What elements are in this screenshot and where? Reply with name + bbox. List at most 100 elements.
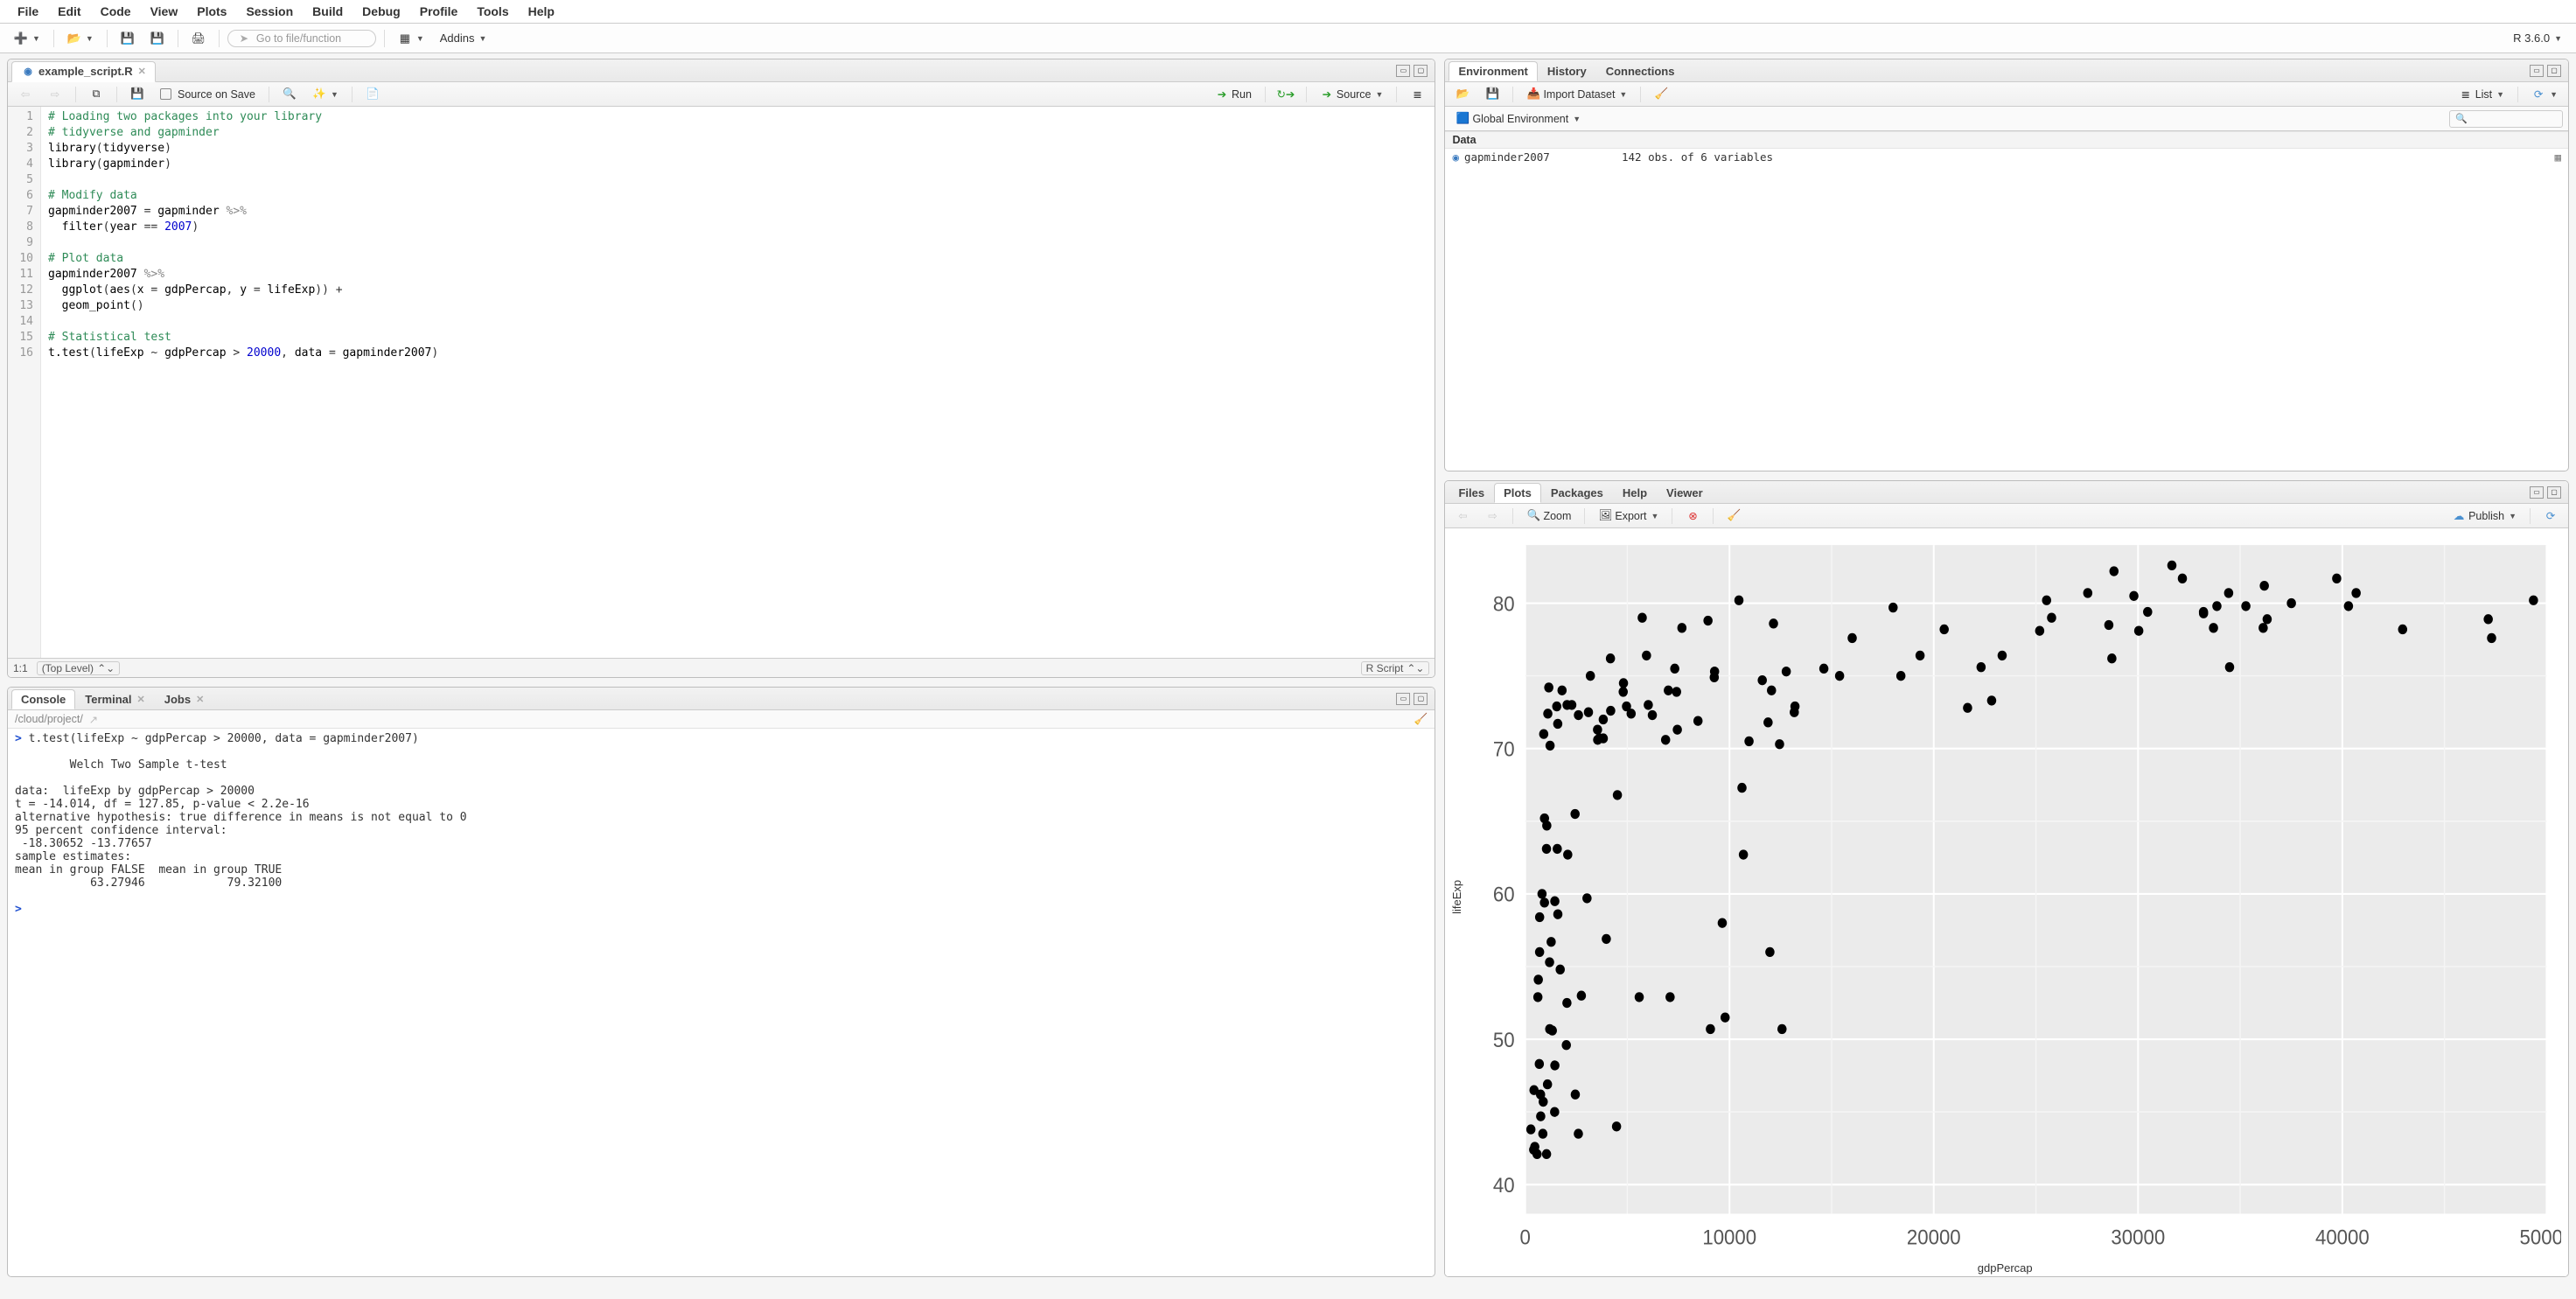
tab-viewer[interactable]: Viewer xyxy=(1657,483,1713,503)
minimize-button[interactable]: ▭ xyxy=(1396,65,1410,77)
addins-button[interactable]: Addins▼ xyxy=(435,29,492,47)
save-all-button[interactable]: 💾 xyxy=(145,29,170,48)
open-folder-icon: 📂 xyxy=(67,31,81,45)
console-output[interactable]: > t.test(lifeExp ~ gdpPercap > 20000, da… xyxy=(8,729,1435,1276)
scope-selector[interactable]: (Top Level) ⌃⌄ xyxy=(37,661,120,675)
new-file-button[interactable]: ➕▼ xyxy=(9,29,45,48)
export-icon: 🖼 xyxy=(1598,509,1612,523)
view-mode-button[interactable]: ≣List▼ xyxy=(2454,85,2510,104)
workspace: ◉ example_script.R ✕ ▭ ▢ ⇦ ⇨ ⧉ 💾 Source … xyxy=(0,53,2576,1282)
tab-history[interactable]: History xyxy=(1538,61,1596,81)
goto-dir-icon[interactable]: ↗ xyxy=(87,712,101,726)
svg-text:50000: 50000 xyxy=(2520,1226,2561,1249)
env-tabbar: Environment History Connections ▭ ▢ xyxy=(1445,59,2568,82)
tab-terminal[interactable]: Terminal✕ xyxy=(75,689,154,709)
code-editor[interactable]: 12345678910111213141516 # Loading two pa… xyxy=(8,107,1435,658)
tab-environment[interactable]: Environment xyxy=(1449,61,1537,81)
tab-plots[interactable]: Plots xyxy=(1494,483,1541,503)
refresh-plot-button[interactable]: ⟳ xyxy=(2538,506,2563,526)
menu-session[interactable]: Session xyxy=(246,4,293,18)
save-source-button[interactable]: 💾 xyxy=(125,85,150,104)
clear-plots-button[interactable]: 🧹 xyxy=(1721,506,1746,526)
save-workspace-button[interactable]: 💾 xyxy=(1480,85,1504,104)
menu-tools[interactable]: Tools xyxy=(477,4,508,18)
maximize-button[interactable]: ▢ xyxy=(1414,693,1428,705)
maximize-button[interactable]: ▢ xyxy=(1414,65,1428,77)
show-in-new-window-button[interactable]: ⧉ xyxy=(84,85,108,104)
grid-tool-button[interactable]: ▦▼ xyxy=(393,29,429,48)
close-icon[interactable]: ✕ xyxy=(138,66,146,77)
minimize-button[interactable]: ▭ xyxy=(1396,693,1410,705)
clear-workspace-button[interactable]: 🧹 xyxy=(1649,85,1673,104)
nav-forward-button[interactable]: ⇨ xyxy=(43,85,67,104)
env-search-input[interactable]: 🔍 xyxy=(2449,110,2563,128)
tab-console[interactable]: Console xyxy=(11,689,75,709)
env-row[interactable]: ◉gapminder2007142 obs. of 6 variables▦ xyxy=(1445,149,2568,165)
scatter-chart: 010000200003000040000500004050607080 xyxy=(1465,534,2561,1260)
expand-icon[interactable]: ◉ xyxy=(1452,150,1459,164)
source-on-save-checkbox[interactable]: Source on Save xyxy=(155,86,261,103)
svg-text:30000: 30000 xyxy=(2112,1226,2166,1249)
magic-wand-button[interactable]: ✨▼ xyxy=(307,85,344,104)
menu-plots[interactable]: Plots xyxy=(197,4,227,18)
minimize-button[interactable]: ▭ xyxy=(2530,486,2544,499)
outline-button[interactable]: ≣ xyxy=(1405,85,1429,104)
source-button[interactable]: ➔Source▼ xyxy=(1315,85,1389,104)
tab-files[interactable]: Files xyxy=(1449,483,1494,503)
menu-debug[interactable]: Debug xyxy=(362,4,401,18)
tab-jobs[interactable]: Jobs✕ xyxy=(155,689,214,709)
close-icon[interactable]: ✕ xyxy=(137,694,145,705)
cursor-position: 1:1 xyxy=(13,662,28,674)
svg-text:70: 70 xyxy=(1493,737,1515,761)
tab-help[interactable]: Help xyxy=(1613,483,1657,503)
source-tab-example-script[interactable]: ◉ example_script.R ✕ xyxy=(11,61,156,82)
y-axis-label: lifeExp xyxy=(1449,534,1465,1260)
menu-file[interactable]: File xyxy=(17,4,38,18)
plot-prev-button[interactable]: ⇦ xyxy=(1450,506,1475,526)
console-pane: Console Terminal✕ Jobs✕ ▭ ▢ /cloud/proje… xyxy=(7,687,1435,1277)
view-data-icon[interactable]: ▦ xyxy=(2554,150,2561,164)
tab-packages[interactable]: Packages xyxy=(1541,483,1613,503)
menu-edit[interactable]: Edit xyxy=(58,4,80,18)
minimize-button[interactable]: ▭ xyxy=(2530,65,2544,77)
menu-profile[interactable]: Profile xyxy=(420,4,458,18)
compile-report-button[interactable]: 📄 xyxy=(360,85,385,104)
clear-console-icon[interactable]: 🧹 xyxy=(1414,712,1428,726)
r-version-button[interactable]: R 3.6.0▼ xyxy=(2508,29,2567,47)
run-button[interactable]: ➔Run xyxy=(1210,85,1257,104)
remove-plot-button[interactable]: ⊗ xyxy=(1680,506,1705,526)
export-button[interactable]: 🖼Export▼ xyxy=(1593,506,1664,526)
plots-toolbar: ⇦ ⇨ 🔍Zoom 🖼Export▼ ⊗ 🧹 ☁Publish▼ ⟳ xyxy=(1445,504,2568,528)
menu-help[interactable]: Help xyxy=(528,4,555,18)
arrow-right-icon: ⇨ xyxy=(1485,509,1499,523)
publish-button[interactable]: ☁Publish▼ xyxy=(2447,506,2522,526)
svg-text:80: 80 xyxy=(1493,592,1515,616)
refresh-env-button[interactable]: ⟳▼ xyxy=(2526,85,2563,104)
tab-connections[interactable]: Connections xyxy=(1596,61,1685,81)
print-button[interactable]: 🖨 xyxy=(186,29,211,48)
broom-icon: 🧹 xyxy=(1727,509,1741,523)
maximize-button[interactable]: ▢ xyxy=(2547,486,2561,499)
env-scope-selector[interactable]: 🟦Global Environment▼ xyxy=(1450,109,1586,129)
menu-build[interactable]: Build xyxy=(312,4,343,18)
plot-surface: lifeExp 01000020000300004000050000405060… xyxy=(1445,528,2568,1276)
re-run-button[interactable]: ↻➔ xyxy=(1274,85,1298,104)
outline-icon: ≣ xyxy=(1410,87,1424,101)
save-button[interactable]: 💾 xyxy=(115,29,140,48)
goto-file-input[interactable]: ➤ Go to file/function xyxy=(227,30,376,47)
svg-text:20000: 20000 xyxy=(1907,1226,1961,1249)
menu-code[interactable]: Code xyxy=(101,4,131,18)
menu-view[interactable]: View xyxy=(150,4,178,18)
import-dataset-button[interactable]: 📥Import Dataset▼ xyxy=(1521,85,1632,104)
open-project-button[interactable]: 📂▼ xyxy=(62,29,99,48)
find-button[interactable]: 🔍 xyxy=(277,85,302,104)
nav-back-button[interactable]: ⇦ xyxy=(13,85,38,104)
plot-next-button[interactable]: ⇨ xyxy=(1480,506,1504,526)
notebook-icon: 📄 xyxy=(366,87,380,101)
close-icon[interactable]: ✕ xyxy=(196,694,204,705)
load-workspace-button[interactable]: 📂 xyxy=(1450,85,1475,104)
zoom-button[interactable]: 🔍Zoom xyxy=(1521,506,1576,526)
maximize-button[interactable]: ▢ xyxy=(2547,65,2561,77)
goto-file-placeholder: Go to file/function xyxy=(256,32,341,45)
language-selector[interactable]: R Script ⌃⌄ xyxy=(1361,661,1430,675)
